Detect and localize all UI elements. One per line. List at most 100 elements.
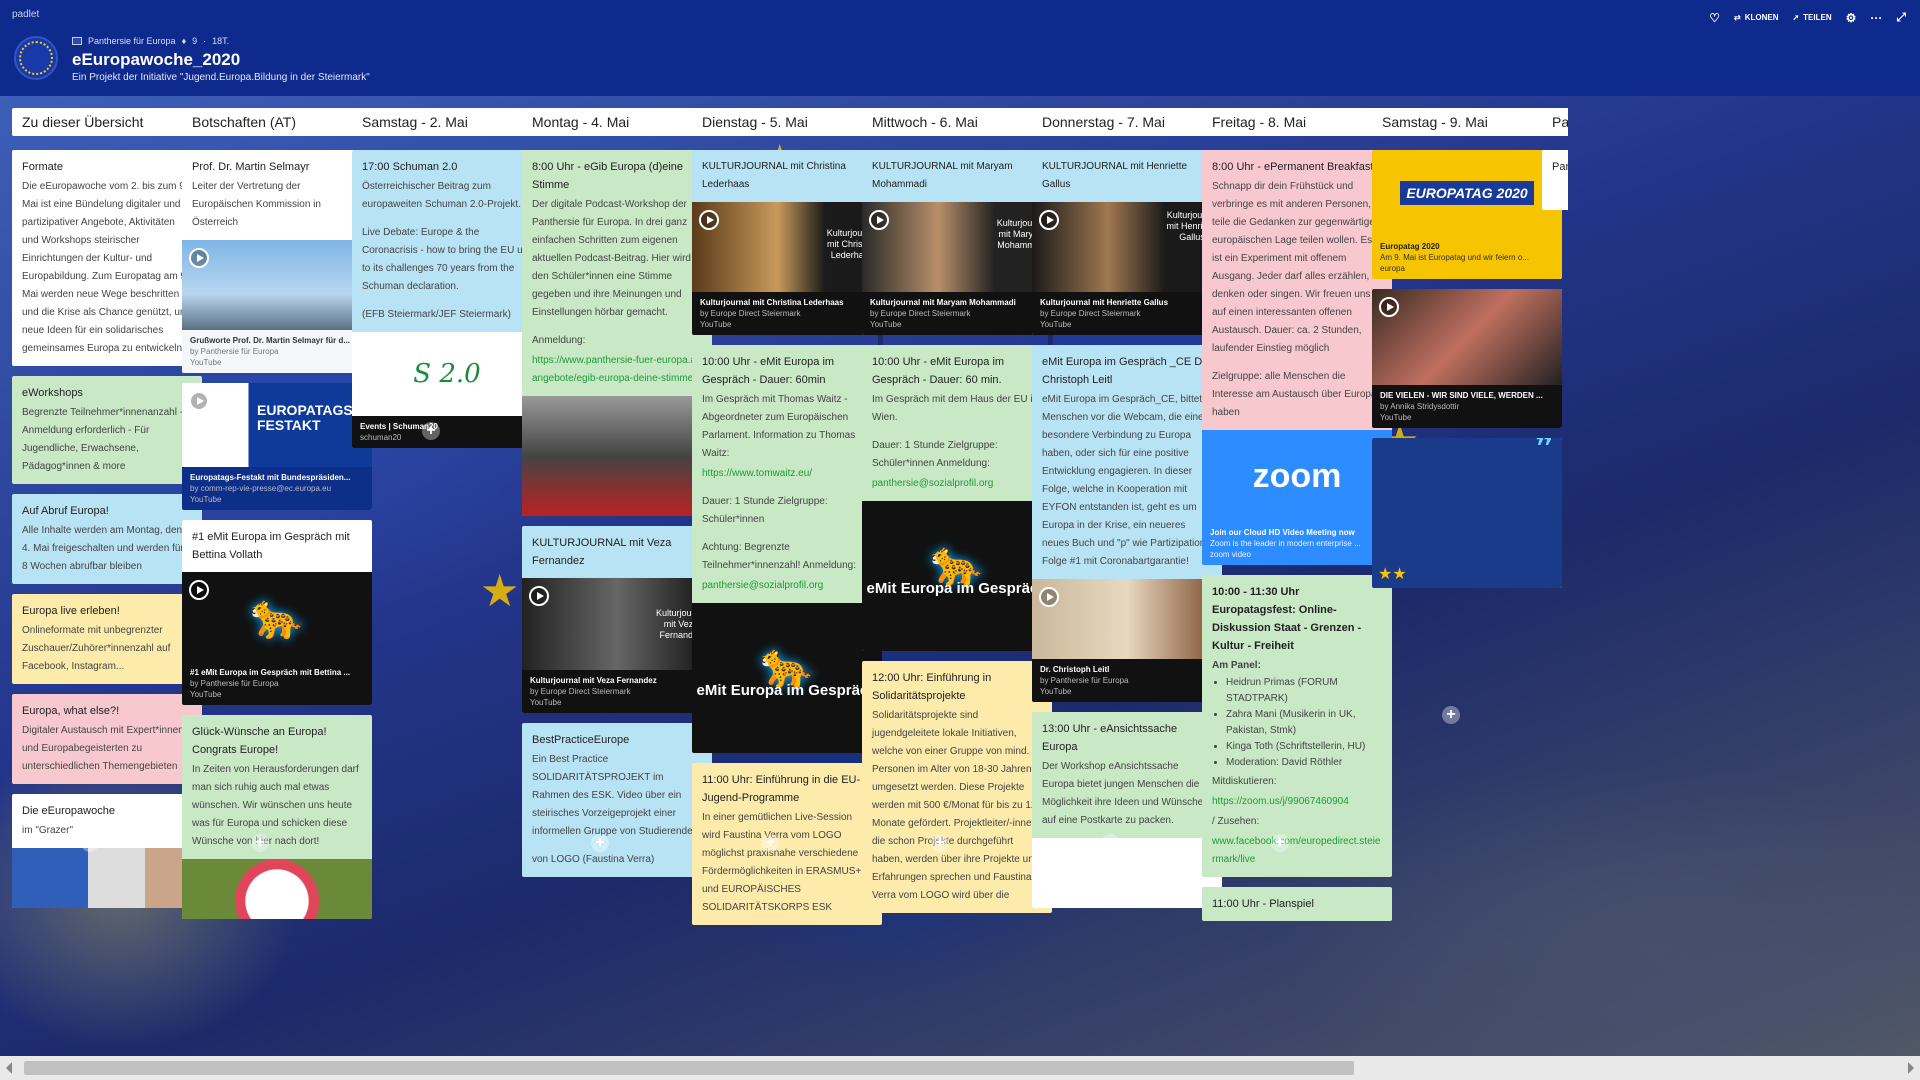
- column-header[interactable]: Montag - 4. Mai ⋮: [522, 108, 712, 136]
- zoom-logo-image[interactable]: zoom: [1202, 430, 1392, 522]
- video-thumbnail[interactable]: Kulturjournal mit Veza Fernandez: [522, 578, 712, 670]
- post-card[interactable]: EUROPATAGS-FESTAKT Europatags-Festakt mi…: [182, 383, 372, 510]
- schuman-logo-image[interactable]: S 2.0: [352, 332, 542, 416]
- play-icon[interactable]: [189, 391, 209, 411]
- clone-button[interactable]: ⇄ KLONEN: [1734, 13, 1778, 22]
- padlet-board[interactable]: Zu dieser Übersicht ⋮ Formate Die eEurop…: [0, 96, 1920, 1056]
- newspaper-thumbnail[interactable]: [12, 848, 202, 908]
- post-link[interactable]: panthersie@sozialprofil.org: [872, 475, 1042, 493]
- column-cards: Formate Die eEuropawoche vom 2. bis zum …: [12, 150, 202, 970]
- add-post-button[interactable]: +: [422, 422, 440, 440]
- play-icon[interactable]: [869, 210, 889, 230]
- post-card[interactable]: EUROPATAG 2020 Europatag 2020 Am 9. Mai …: [1372, 150, 1562, 279]
- europatag-image[interactable]: EUROPATAG 2020: [1372, 150, 1562, 236]
- play-icon[interactable]: [1379, 297, 1399, 317]
- post-card[interactable]: 8:00 Uhr - ePermanent Breakfast Schnapp …: [1202, 150, 1392, 565]
- video-thumbnail[interactable]: Kulturjournal mit Henriette Gallus: [1032, 202, 1222, 292]
- horizontal-scrollbar[interactable]: [0, 1056, 1920, 1080]
- post-card[interactable]: eWorkshops Begrenzte Teilnehmer*innenanz…: [12, 376, 202, 484]
- column-header[interactable]: Samstag - 9. Mai ⋮: [1372, 108, 1562, 136]
- post-card[interactable]: eMit Europa im Gespräch _CE Dr. Christop…: [1032, 345, 1222, 702]
- video-thumbnail[interactable]: Kulturjournal mit Maryam Mohammadi: [862, 202, 1052, 292]
- quote-image[interactable]: ❞ ★★: [1372, 438, 1562, 588]
- play-icon[interactable]: [699, 210, 719, 230]
- board-avatar[interactable]: [14, 36, 58, 80]
- post-link[interactable]: https://www.tomwaitz.eu/: [702, 465, 872, 483]
- scroll-left-arrow-icon[interactable]: [6, 1062, 12, 1074]
- share-button[interactable]: ➚ TEILEN: [1792, 13, 1831, 22]
- post-card[interactable]: KULTURJOURNAL mit Henriette Gallus Kultu…: [1032, 150, 1222, 335]
- post-card[interactable]: 11:00 Uhr - Planspiel: [1202, 887, 1392, 921]
- play-icon[interactable]: [529, 586, 549, 606]
- gear-icon[interactable]: ⚙: [1846, 11, 1857, 25]
- video-thumbnail[interactable]: 🐆: [182, 572, 372, 662]
- post-card[interactable]: Glück-Wünsche an Europa! Congrats Europe…: [182, 715, 372, 919]
- author-name[interactable]: Panthersie für Europa: [88, 36, 176, 46]
- video-thumbnail[interactable]: EUROPATAGS-FESTAKT: [182, 383, 372, 467]
- post-card[interactable]: Die eEuropawoche im "Grazer": [12, 794, 202, 908]
- video-thumbnail[interactable]: [182, 240, 372, 330]
- post-link[interactable]: https://zoom.us/j/99067460904: [1212, 793, 1382, 811]
- play-icon[interactable]: [189, 580, 209, 600]
- column-header[interactable]: Botschaften (AT) ⋮: [182, 108, 372, 136]
- add-post-button[interactable]: +: [1101, 834, 1119, 852]
- add-post-button[interactable]: +: [1271, 834, 1289, 852]
- post-card[interactable]: 11:00 Uhr: Einführung in die EU-Jugend-P…: [692, 763, 882, 925]
- add-post-button[interactable]: +: [81, 834, 99, 852]
- emit-logo-image[interactable]: 🐆 eMit Europa im Gespräch: [862, 501, 1052, 651]
- expand-icon[interactable]: ⤢: [1896, 10, 1906, 25]
- post-card[interactable]: 8:00 Uhr - eGib Europa (d)eine Stimme De…: [522, 150, 712, 516]
- microphone-image[interactable]: [522, 396, 712, 516]
- column-header[interactable]: Samstag - 2. Mai ⋮: [352, 108, 542, 136]
- post-card[interactable]: DIE VIELEN - WIR SIND VIELE, WERDEN ... …: [1372, 289, 1562, 428]
- column-header[interactable]: Donnerstag - 7. Mai ⋮: [1032, 108, 1222, 136]
- post-card[interactable]: Formate Die eEuropawoche vom 2. bis zum …: [12, 150, 202, 366]
- add-post-button[interactable]: +: [1442, 706, 1460, 724]
- post-card[interactable]: Prof. Dr. Martin Selmayr Leiter der Vert…: [182, 150, 372, 373]
- post-link[interactable]: https://www.panthersie-fuer-europa.at/an…: [532, 352, 702, 388]
- post-card[interactable]: 10:00 - 11:30 Uhr Europatagsfest: Online…: [1202, 575, 1392, 877]
- more-icon[interactable]: ···: [1870, 11, 1882, 25]
- post-card[interactable]: 17:00 Schuman 2.0 Österreichischer Beitr…: [352, 150, 542, 448]
- column-header[interactable]: Zu dieser Übersicht ⋮: [12, 108, 202, 136]
- post-card[interactable]: 10:00 Uhr - eMit Europa im Gespräch - Da…: [692, 345, 882, 753]
- column-header[interactable]: Dienstag - 5. Mai ⋮: [692, 108, 882, 136]
- padlet-logo[interactable]: padlet: [12, 9, 39, 20]
- emit-logo-image[interactable]: 🐆 eMit Europa im Gespräch: [692, 603, 882, 753]
- play-icon[interactable]: [1039, 587, 1059, 607]
- play-icon[interactable]: [1039, 210, 1059, 230]
- post-card[interactable]: Par: [1542, 150, 1568, 210]
- column-header[interactable]: Freitag - 8. Mai ⋮: [1202, 108, 1392, 136]
- post-card[interactable]: #1 eMit Europa im Gespräch mit Bettina V…: [182, 520, 372, 705]
- scroll-right-arrow-icon[interactable]: [1908, 1062, 1914, 1074]
- post-card[interactable]: KULTURJOURNAL mit Maryam Mohammadi Kultu…: [862, 150, 1052, 335]
- video-thumbnail[interactable]: Kulturjournal mit Christina Lederhaas: [692, 202, 882, 292]
- post-link[interactable]: www.facebook.com/europedirect.steiermark…: [1212, 833, 1382, 869]
- heart-icon[interactable]: ♡: [1709, 11, 1720, 25]
- post-card[interactable]: Europa, what else?! Digitaler Austausch …: [12, 694, 202, 784]
- play-icon[interactable]: [189, 248, 209, 268]
- add-post-button[interactable]: +: [761, 834, 779, 852]
- add-post-button[interactable]: +: [591, 834, 609, 852]
- video-thumbnail[interactable]: [1372, 289, 1562, 385]
- post-card[interactable]: 10:00 Uhr - eMit Europa im Gespräch - Da…: [862, 345, 1052, 651]
- post-card[interactable]: KULTURJOURNAL mit Christina Lederhaas Ku…: [692, 150, 882, 335]
- scrollbar-thumb[interactable]: [24, 1061, 1354, 1075]
- post-card[interactable]: KULTURJOURNAL mit Veza Fernandez Kulturj…: [522, 526, 712, 713]
- post-title: #1 eMit Europa im Gespräch mit Bettina V…: [192, 531, 350, 561]
- post-link[interactable]: panthersie@sozialprofil.org: [702, 577, 872, 595]
- postcard-image[interactable]: [1032, 838, 1222, 908]
- post-card[interactable]: BestPracticeEurope Ein Best Practice SOL…: [522, 723, 712, 877]
- add-post-button[interactable]: +: [931, 834, 949, 852]
- cake-image[interactable]: [182, 859, 372, 919]
- column-header[interactable]: Mittwoch - 6. Mai ⋮: [862, 108, 1052, 136]
- post-card[interactable]: Auf Abruf Europa! Alle Inhalte werden am…: [12, 494, 202, 584]
- add-post-button[interactable]: +: [251, 834, 269, 852]
- post-card[interactable]: 12:00 Uhr: Einführung in Solidaritätspro…: [862, 661, 1052, 913]
- column-header[interactable]: Pa: [1542, 108, 1568, 136]
- video-thumbnail[interactable]: [1032, 579, 1222, 659]
- post-card[interactable]: ❞ ★★: [1372, 438, 1562, 588]
- post-card[interactable]: Europa live erleben! Onlineformate mit u…: [12, 594, 202, 684]
- column-title: Pa: [1552, 114, 1568, 130]
- post-card[interactable]: 13:00 Uhr - eAnsichtssache Europa Der Wo…: [1032, 712, 1222, 908]
